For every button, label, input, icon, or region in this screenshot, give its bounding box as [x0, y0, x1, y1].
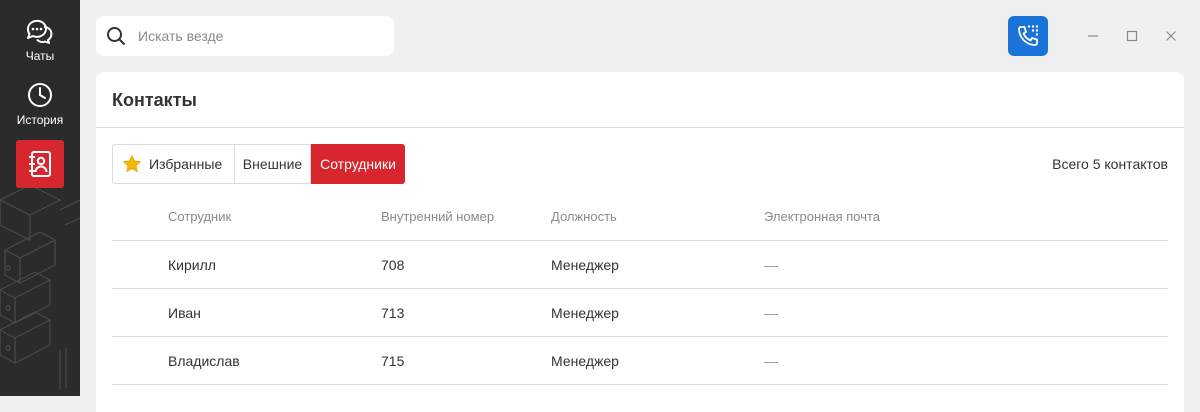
close-button[interactable] [1161, 26, 1181, 46]
contact-extension: 715 [381, 353, 405, 369]
column-header[interactable]: Внутренний номер [381, 209, 494, 224]
minimize-icon [1088, 35, 1098, 37]
tab-external[interactable]: Внешние [235, 144, 311, 184]
tab-favorites[interactable]: Избранные [112, 144, 235, 184]
contact-email: — [764, 305, 778, 321]
contacts-tabs: Избранные Внешние Сотрудники [112, 144, 405, 184]
search-icon [107, 27, 125, 45]
contacts-table: Сотрудник Внутренний номер Должность Эле… [112, 192, 1168, 385]
background-pattern [0, 184, 80, 390]
sidebar-item-label: История [16, 113, 64, 127]
table-header: Сотрудник Внутренний номер Должность Эле… [112, 192, 1168, 241]
contact-name: Кирилл [168, 257, 216, 273]
sidebar-item-contacts[interactable] [16, 140, 64, 188]
contact-position: Менеджер [551, 257, 619, 273]
table-row[interactable]: Владислав 715 Менеджер — [112, 337, 1168, 385]
page-title: Контакты [112, 90, 197, 110]
contact-extension: 708 [381, 257, 405, 273]
search-input[interactable] [136, 27, 380, 45]
contacts-total: Всего 5 контактов [1052, 156, 1168, 172]
phone-dialpad-icon [1018, 25, 1039, 46]
contact-email: — [764, 353, 778, 369]
search-box[interactable] [96, 16, 394, 56]
sidebar-item-label: Чаты [25, 49, 55, 63]
close-icon [1166, 31, 1176, 41]
column-header[interactable]: Электронная почта [764, 209, 880, 224]
table-row[interactable]: Иван 713 Менеджер — [112, 289, 1168, 337]
star-icon [123, 155, 141, 172]
tab-label: Внешние [242, 156, 303, 172]
tab-employees[interactable]: Сотрудники [311, 144, 405, 184]
column-header[interactable]: Должность [551, 209, 617, 224]
contact-extension: 713 [381, 305, 405, 321]
call-button[interactable] [1008, 16, 1048, 56]
clock-icon [28, 83, 52, 107]
minimize-button[interactable] [1083, 26, 1103, 46]
tab-label: Избранные [149, 156, 223, 172]
column-header[interactable]: Сотрудник [168, 209, 231, 224]
table-row[interactable]: Кирилл 708 Менеджер — [112, 241, 1168, 289]
contacts-book-icon [29, 151, 51, 177]
sidebar: Чаты История [0, 0, 80, 396]
contact-position: Менеджер [551, 353, 619, 369]
sidebar-item-chats[interactable]: Чаты [0, 18, 80, 74]
contact-email: — [764, 257, 778, 273]
contact-name: Иван [168, 305, 201, 321]
chat-icon [26, 19, 53, 44]
maximize-button[interactable] [1122, 26, 1142, 46]
contact-name: Владислав [168, 353, 240, 369]
divider [96, 127, 1184, 128]
contacts-panel: Контакты Избранные Внешние Сотрудники Вс… [96, 72, 1184, 412]
sidebar-item-history[interactable]: История [0, 82, 80, 138]
maximize-icon [1126, 30, 1138, 42]
contact-position: Менеджер [551, 305, 619, 321]
tab-label: Сотрудники [320, 156, 396, 172]
